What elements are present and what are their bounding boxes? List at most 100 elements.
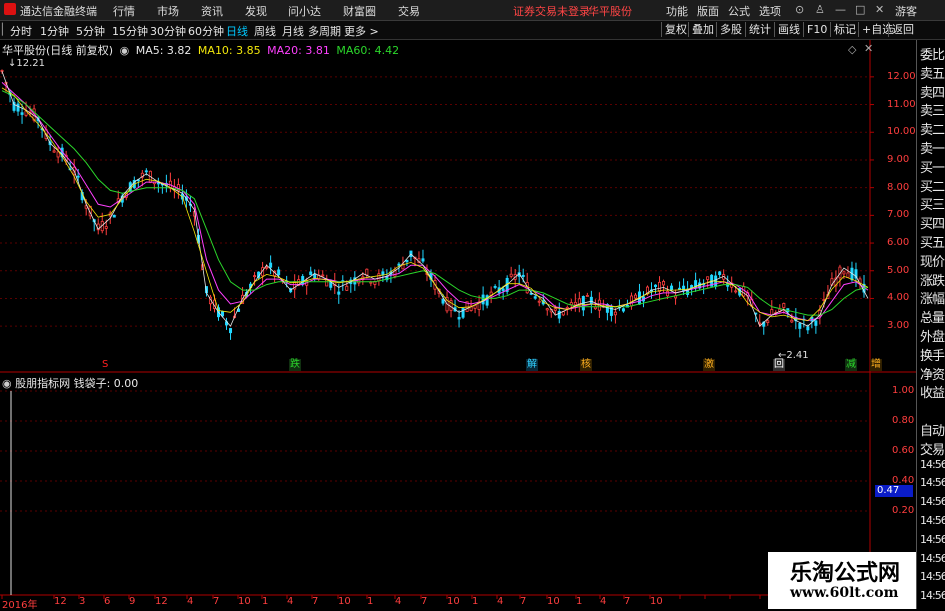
candle-body: [545, 308, 549, 311]
event-marker[interactable]: 增: [870, 359, 882, 371]
candle-body: [365, 268, 369, 276]
quote-panel-item[interactable]: 交易: [920, 439, 945, 458]
menu-banmian[interactable]: 版面: [697, 3, 719, 19]
diamond-icon[interactable]: ◇: [848, 43, 856, 56]
btn-diejia[interactable]: 叠加: [688, 22, 717, 37]
quote-panel-item: 买三: [920, 198, 945, 214]
candle-body: [814, 320, 818, 326]
quote-panel-item: 14:56: [920, 514, 945, 527]
candle-body: [521, 274, 525, 277]
btn-back[interactable]: 返回: [888, 22, 917, 37]
candle-body: [770, 309, 774, 316]
candle-body: [790, 319, 794, 323]
menu-wenxiaoda[interactable]: 问小达: [288, 3, 321, 19]
period-60min[interactable]: 60分钟: [188, 23, 224, 39]
candle-body: [573, 301, 577, 306]
quote-panel-item: 14:56: [920, 495, 945, 509]
candle-body: [682, 285, 686, 292]
period-toolbar: ▏ 分时 1分钟 5分钟 15分钟 30分钟 60分钟 日线 周线 月线 多周期…: [0, 21, 945, 40]
event-marker[interactable]: 激: [703, 359, 715, 371]
menu-gongneng[interactable]: 功能: [666, 3, 688, 19]
quote-panel-item: 14:56: [920, 589, 945, 603]
btn-biaoji[interactable]: 标记: [830, 22, 859, 37]
candle-body: [734, 290, 738, 293]
y-axis-tick: 6.00: [887, 237, 910, 249]
menu-jiaoyi[interactable]: 交易: [398, 3, 420, 19]
quote-panel-item[interactable]: 自动: [920, 420, 945, 439]
current-value-badge: 0.47: [875, 485, 913, 497]
x-axis-tick: 4: [600, 596, 607, 607]
period-15min[interactable]: 15分钟: [112, 23, 148, 39]
period-daily[interactable]: 日线: [226, 23, 248, 39]
candle-body: [842, 271, 846, 275]
chart-area[interactable]: [0, 40, 916, 609]
menu-xuanxiang[interactable]: 选项: [759, 3, 781, 19]
close-chart-icon[interactable]: ✕: [864, 42, 873, 55]
candle-body: [345, 285, 349, 291]
menu-caifuquan[interactable]: 财富圈: [343, 3, 376, 19]
btn-fuquan[interactable]: 复权: [661, 22, 690, 37]
candle-body: [397, 263, 401, 266]
quote-panel-item: 14:56: [920, 551, 945, 565]
event-marker[interactable]: 跌: [289, 359, 301, 371]
event-marker[interactable]: 减: [845, 359, 857, 371]
event-marker[interactable]: S: [101, 359, 109, 371]
candle-body: [76, 175, 80, 178]
close-icon[interactable]: ✕: [875, 3, 884, 16]
x-axis-tick: 10: [338, 596, 351, 607]
event-marker[interactable]: 解: [526, 359, 538, 371]
event-marker[interactable]: 回: [773, 359, 785, 371]
candle-body: [461, 307, 465, 318]
ma-toggle-icon[interactable]: ◉: [120, 44, 130, 57]
current-stock: 华平股份: [588, 5, 632, 18]
menu-zixun[interactable]: 资讯: [201, 3, 223, 19]
quote-panel-item: 涨幅: [920, 292, 945, 308]
ma60-label: MA60: 4.42: [336, 44, 400, 57]
event-marker[interactable]: 核: [580, 359, 592, 371]
period-5min[interactable]: 5分钟: [76, 23, 105, 39]
menu-hangqing[interactable]: 行情: [113, 3, 135, 19]
period-monthly[interactable]: 月线: [282, 23, 304, 39]
sub-chart-info: ◉ 股朋指标网 钱袋子: 0.00: [2, 375, 138, 391]
user-guest[interactable]: 游客: [895, 3, 917, 19]
menu-gongshi[interactable]: 公式: [728, 3, 750, 19]
candle-body: [706, 276, 710, 280]
period-weekly[interactable]: 周线: [254, 23, 276, 39]
btn-duogu[interactable]: 多股: [716, 22, 745, 37]
menu-faxian[interactable]: 发现: [245, 3, 267, 19]
kline-chart[interactable]: [0, 40, 916, 609]
btn-f10[interactable]: F10: [803, 22, 830, 37]
period-fenshi[interactable]: 分时: [10, 23, 32, 39]
menu-shichang[interactable]: 市场: [157, 3, 179, 19]
period-1min[interactable]: 1分钟: [40, 23, 69, 39]
location-icon[interactable]: ⊙: [795, 3, 804, 16]
btn-tongji[interactable]: 统计: [745, 22, 774, 37]
sub-y-axis-tick: 1.00: [892, 385, 915, 396]
minimize-icon[interactable]: —: [835, 3, 846, 16]
period-more[interactable]: 更多 >: [344, 23, 379, 39]
quote-panel-item: 14:56: [920, 476, 945, 490]
candle-body: [666, 290, 670, 297]
ma5-label: MA5: 3.82: [135, 44, 192, 57]
candle-body: [269, 262, 273, 268]
maximize-icon[interactable]: □: [855, 3, 865, 16]
candle-body: [457, 316, 461, 320]
x-axis-tick: 10: [447, 596, 460, 607]
y-axis-tick: 10.00: [887, 126, 916, 138]
x-axis-tick: 6: [104, 596, 111, 607]
period-30min[interactable]: 30分钟: [150, 23, 186, 39]
x-axis-tick: 1: [576, 596, 583, 607]
candle-body: [533, 296, 537, 299]
candle-body: [112, 214, 116, 218]
candle-body: [846, 272, 850, 278]
shirt-icon[interactable]: ♙: [815, 3, 825, 16]
login-status[interactable]: 证券交易未登录: [513, 3, 590, 19]
period-multi[interactable]: 多周期: [308, 23, 341, 39]
candle-body: [493, 286, 497, 288]
indicator-toggle-icon[interactable]: ◉: [2, 377, 12, 390]
candle-body: [229, 328, 233, 334]
x-axis-tick: 7: [421, 596, 428, 607]
candle-body: [52, 150, 56, 153]
x-axis-tick: 4: [497, 596, 504, 607]
btn-huaxian[interactable]: 画线: [774, 22, 803, 37]
